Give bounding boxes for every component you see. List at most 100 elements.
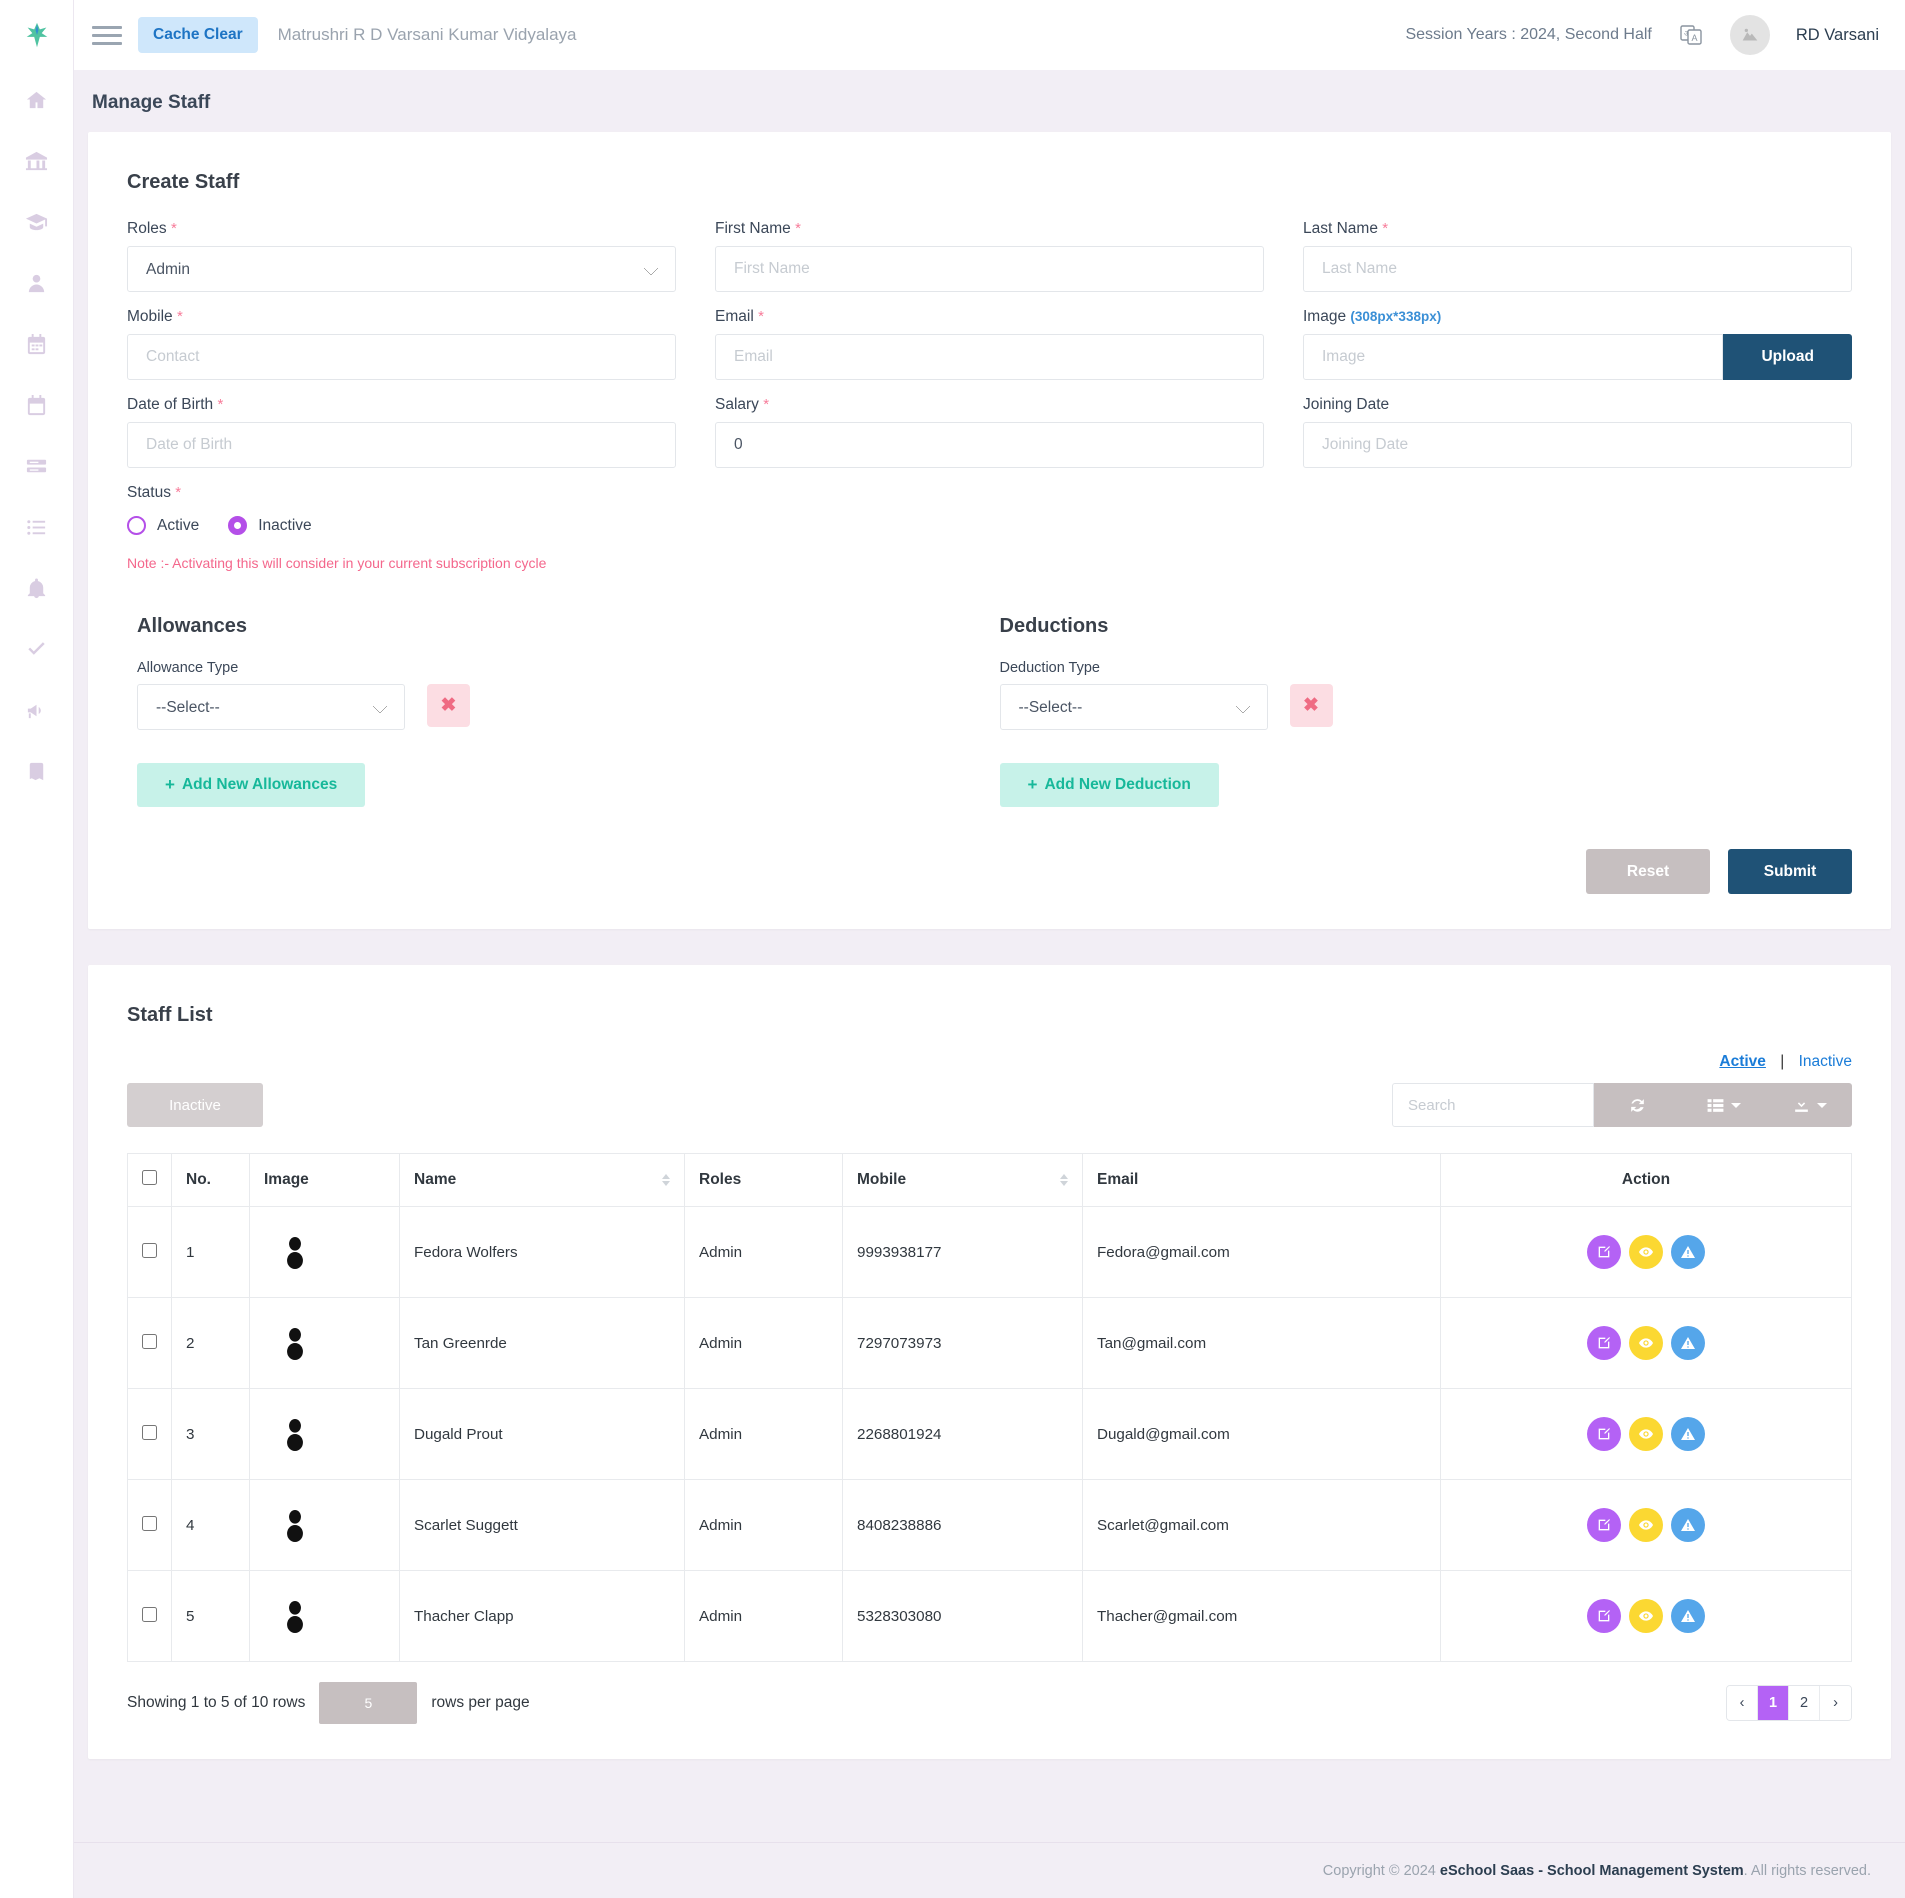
allowance-type-select[interactable]: --Select-- bbox=[137, 684, 405, 730]
status-radio-inactive[interactable] bbox=[228, 516, 247, 535]
allowance-row: --Select-- ✖ bbox=[137, 684, 990, 730]
sidebar-item-home[interactable] bbox=[0, 70, 74, 131]
add-allowance-button[interactable]: + Add New Allowances bbox=[137, 763, 365, 807]
filter-inactive-link[interactable]: Inactive bbox=[1799, 1053, 1852, 1070]
pagination-next[interactable]: › bbox=[1820, 1686, 1851, 1720]
alert-button[interactable] bbox=[1671, 1599, 1705, 1633]
row-checkbox[interactable] bbox=[142, 1334, 157, 1349]
th-no[interactable]: No. bbox=[172, 1154, 250, 1207]
roles-select[interactable]: Admin bbox=[127, 246, 676, 292]
reset-button[interactable]: Reset bbox=[1586, 849, 1710, 894]
filter-separator: | bbox=[1780, 1053, 1784, 1070]
edit-button[interactable] bbox=[1587, 1508, 1621, 1542]
alert-button[interactable] bbox=[1671, 1508, 1705, 1542]
eye-icon bbox=[1638, 1244, 1654, 1260]
image-field: Image (308px*338px) Upload bbox=[1303, 308, 1852, 380]
search-group bbox=[1392, 1083, 1852, 1127]
th-mobile[interactable]: Mobile bbox=[843, 1154, 1083, 1207]
export-button[interactable] bbox=[1766, 1083, 1852, 1127]
sort-icon[interactable] bbox=[1060, 1174, 1068, 1186]
filter-active-link[interactable]: Active bbox=[1719, 1053, 1766, 1070]
alert-button[interactable] bbox=[1671, 1417, 1705, 1451]
first-name-field: First Name * bbox=[715, 220, 1264, 292]
deduction-type-select[interactable]: --Select-- bbox=[1000, 684, 1268, 730]
search-input[interactable] bbox=[1392, 1083, 1594, 1127]
bulk-inactive-button[interactable]: Inactive bbox=[127, 1083, 263, 1127]
view-button[interactable] bbox=[1629, 1508, 1663, 1542]
copyright-text: Copyright © 2024 eSchool Saas - School M… bbox=[1323, 1863, 1871, 1879]
cache-clear-button[interactable]: Cache Clear bbox=[138, 17, 258, 53]
avatar[interactable] bbox=[1730, 15, 1770, 55]
alert-button[interactable] bbox=[1671, 1326, 1705, 1360]
dob-input[interactable] bbox=[127, 422, 676, 468]
row-checkbox[interactable] bbox=[142, 1607, 157, 1622]
mobile-input[interactable] bbox=[127, 334, 676, 380]
last-name-input[interactable] bbox=[1303, 246, 1852, 292]
sidebar-item-notifications[interactable] bbox=[0, 558, 74, 619]
view-button[interactable] bbox=[1629, 1417, 1663, 1451]
row-checkbox[interactable] bbox=[142, 1516, 157, 1531]
th-roles[interactable]: Roles bbox=[685, 1154, 843, 1207]
edit-button[interactable] bbox=[1587, 1326, 1621, 1360]
form-actions: Reset Submit bbox=[127, 849, 1852, 894]
mobile-label-text: Mobile bbox=[127, 308, 173, 325]
sort-icon[interactable] bbox=[662, 1174, 670, 1186]
th-email[interactable]: Email bbox=[1083, 1154, 1441, 1207]
row-name: Fedora Wolfers bbox=[400, 1207, 685, 1298]
view-button[interactable] bbox=[1629, 1326, 1663, 1360]
sidebar-item-list[interactable] bbox=[0, 497, 74, 558]
submit-button[interactable]: Submit bbox=[1728, 849, 1852, 894]
row-no: 2 bbox=[172, 1298, 250, 1389]
brand-logo[interactable] bbox=[0, 0, 74, 70]
table-row: 2Tan GreenrdeAdmin7297073973Tan@gmail.co… bbox=[128, 1298, 1852, 1389]
view-button[interactable] bbox=[1629, 1235, 1663, 1269]
sidebar-item-institution[interactable] bbox=[0, 131, 74, 192]
row-checkbox[interactable] bbox=[142, 1243, 157, 1258]
sidebar-item-reports[interactable] bbox=[0, 436, 74, 497]
email-input[interactable] bbox=[715, 334, 1264, 380]
row-checkbox[interactable] bbox=[142, 1425, 157, 1440]
columns-button[interactable] bbox=[1680, 1083, 1766, 1127]
menu-toggle-icon[interactable] bbox=[92, 20, 122, 50]
refresh-button[interactable] bbox=[1594, 1083, 1680, 1127]
pagination-page-1[interactable]: 1 bbox=[1758, 1686, 1789, 1720]
sidebar-item-announcements[interactable] bbox=[0, 680, 74, 741]
joining-date-input[interactable] bbox=[1303, 422, 1852, 468]
th-image[interactable]: Image bbox=[250, 1154, 400, 1207]
edit-button[interactable] bbox=[1587, 1235, 1621, 1269]
sidebar-item-approvals[interactable] bbox=[0, 619, 74, 680]
select-all-checkbox[interactable] bbox=[142, 1170, 157, 1185]
sidebar-item-users[interactable] bbox=[0, 253, 74, 314]
download-icon bbox=[1792, 1096, 1811, 1115]
remove-allowance-button[interactable]: ✖ bbox=[427, 684, 470, 727]
pagination-page-2[interactable]: 2 bbox=[1789, 1686, 1820, 1720]
th-name[interactable]: Name bbox=[400, 1154, 685, 1207]
deductions-column: Deductions Deduction Type --Select-- ✖ + bbox=[990, 615, 1853, 807]
pagination-prev[interactable]: ‹ bbox=[1727, 1686, 1758, 1720]
add-deduction-button[interactable]: + Add New Deduction bbox=[1000, 763, 1219, 807]
status-radio-active[interactable] bbox=[127, 516, 146, 535]
eye-icon bbox=[1638, 1517, 1654, 1533]
remove-deduction-button[interactable]: ✖ bbox=[1290, 684, 1333, 727]
view-button[interactable] bbox=[1629, 1599, 1663, 1633]
user-name[interactable]: RD Varsani bbox=[1796, 26, 1879, 45]
sidebar-item-calendar[interactable] bbox=[0, 314, 74, 375]
deduction-row: --Select-- ✖ bbox=[1000, 684, 1853, 730]
language-switcher-icon[interactable]: अ A bbox=[1678, 22, 1704, 48]
upload-button[interactable]: Upload bbox=[1723, 334, 1852, 380]
rows-per-page-select[interactable]: 5 bbox=[319, 1682, 417, 1724]
alert-button[interactable] bbox=[1671, 1235, 1705, 1269]
salary-input[interactable] bbox=[715, 422, 1264, 468]
eye-icon bbox=[1638, 1608, 1654, 1624]
table-row: 5Thacher ClappAdmin5328303080Thacher@gma… bbox=[128, 1571, 1852, 1662]
edit-button[interactable] bbox=[1587, 1599, 1621, 1633]
sidebar-item-academics[interactable] bbox=[0, 192, 74, 253]
edit-button[interactable] bbox=[1587, 1417, 1621, 1451]
sidebar-item-attendance[interactable] bbox=[0, 375, 74, 436]
sidebar-item-library[interactable] bbox=[0, 741, 74, 802]
chevron-down-icon bbox=[1731, 1103, 1741, 1108]
first-name-input[interactable] bbox=[715, 246, 1264, 292]
image-input[interactable] bbox=[1303, 334, 1723, 380]
person-avatar-icon bbox=[278, 1415, 312, 1453]
person-avatar-icon bbox=[278, 1506, 312, 1544]
